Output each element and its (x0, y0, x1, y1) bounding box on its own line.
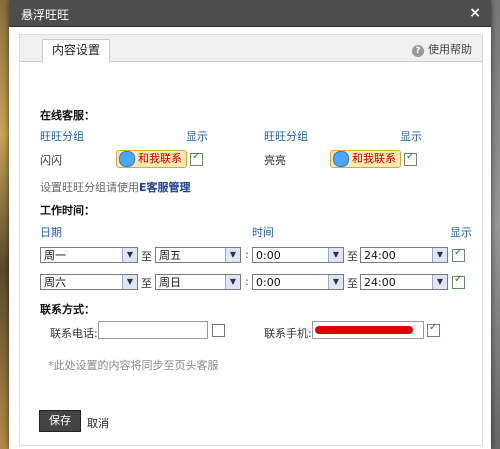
wangwang-icon (333, 151, 349, 167)
dialog-titlebar[interactable]: 悬浮旺旺 × (9, 0, 491, 27)
day-to-value-1: 周五 (159, 249, 181, 262)
time-to-select-1[interactable]: 24:00 ▼ (360, 247, 448, 263)
time-from-select-1[interactable]: 0:00 ▼ (252, 247, 344, 263)
section-work-time: 工作时间： (40, 204, 95, 217)
dialog-title: 悬浮旺旺 (21, 8, 70, 22)
phone-show-checkbox[interactable] (212, 324, 225, 337)
online-name-2: 亮亮 (264, 154, 286, 167)
to-label-2b: 至 (347, 277, 358, 290)
chevron-down-icon: ▼ (328, 275, 343, 289)
cancel-button[interactable]: 取消 (87, 415, 109, 431)
to-label-2a: 至 (141, 277, 152, 290)
worktime-time-header: 时间 (252, 226, 274, 239)
time-from-select-2[interactable]: 0:00 ▼ (252, 274, 344, 290)
colon-2: : (245, 275, 249, 288)
help-icon: ? (412, 45, 424, 57)
contact-me-label-2: 和我联系 (352, 152, 396, 165)
save-button[interactable]: 保存 (39, 410, 81, 432)
online-show-header-1: 显示 (186, 130, 208, 143)
online-note-text: 设置旺旺分组请使用 (40, 181, 139, 194)
to-label-1b: 至 (347, 250, 358, 263)
chevron-down-icon: ▼ (122, 275, 137, 289)
phone-input[interactable] (98, 321, 208, 339)
time-from-value-1: 0:00 (256, 249, 281, 262)
redacted-mark (315, 326, 413, 334)
chevron-down-icon: ▼ (225, 248, 240, 262)
close-icon[interactable]: × (469, 5, 481, 21)
dialog-content: 内容设置 ? 使用帮助 在线客服： 旺旺分组 显示 旺旺分组 显示 闪闪 和我联系… (19, 34, 483, 446)
time-to-value-2: 24:00 (364, 276, 396, 289)
online-group-header-1: 旺旺分组 (40, 130, 84, 143)
day-to-select-1[interactable]: 周五 ▼ (155, 247, 241, 263)
help-label: 使用帮助 (428, 43, 472, 56)
worktime-show-checkbox-1[interactable] (452, 247, 465, 262)
tab-bar: 内容设置 ? 使用帮助 (20, 35, 482, 62)
mobile-show-checkbox[interactable] (427, 322, 440, 337)
chevron-down-icon: ▼ (122, 248, 137, 262)
time-to-select-2[interactable]: 24:00 ▼ (360, 274, 448, 290)
mobile-input[interactable] (312, 321, 424, 339)
chevron-down-icon: ▼ (432, 248, 447, 262)
tab-content-settings[interactable]: 内容设置 (42, 39, 110, 62)
day-from-select-2[interactable]: 周六 ▼ (40, 274, 138, 290)
worktime-show-checkbox-2[interactable] (452, 274, 465, 289)
contact-me-button-2[interactable]: 和我联系 (330, 150, 401, 168)
phone-label: 联系电话: (50, 327, 98, 340)
worktime-date-header: 日期 (40, 226, 62, 239)
chevron-down-icon: ▼ (432, 275, 447, 289)
contact-me-label-1: 和我联系 (138, 152, 182, 165)
online-note: 设置旺旺分组请使用E客服管理 (40, 179, 191, 195)
online-show-header-2: 显示 (400, 130, 422, 143)
online-show-checkbox-2[interactable] (404, 151, 417, 166)
time-to-value-1: 24:00 (364, 249, 396, 262)
online-group-header-2: 旺旺分组 (264, 130, 308, 143)
dialog-window: 悬浮旺旺 × 内容设置 ? 使用帮助 在线客服： 旺旺分组 显示 旺旺分组 显示 … (9, 0, 491, 449)
help-link[interactable]: ? 使用帮助 (412, 41, 472, 57)
section-online-service: 在线客服： (40, 109, 95, 122)
contact-me-button-1[interactable]: 和我联系 (116, 150, 187, 168)
time-from-value-2: 0:00 (256, 276, 281, 289)
day-to-select-2[interactable]: 周日 ▼ (155, 274, 241, 290)
day-from-select-1[interactable]: 周一 ▼ (40, 247, 138, 263)
wangwang-icon (119, 151, 135, 167)
online-name-1: 闪闪 (40, 154, 62, 167)
sync-note: *此处设置的内容将同步至页头客服 (48, 359, 219, 372)
day-from-value-1: 周一 (44, 249, 66, 262)
chevron-down-icon: ▼ (225, 275, 240, 289)
day-from-value-2: 周六 (44, 276, 66, 289)
day-to-value-2: 周日 (159, 276, 181, 289)
chevron-down-icon: ▼ (328, 248, 343, 262)
online-show-checkbox-1[interactable] (190, 151, 203, 166)
section-contact: 联系方式： (40, 303, 95, 316)
to-label-1a: 至 (141, 250, 152, 263)
ecustomer-link[interactable]: E客服管理 (139, 181, 191, 194)
colon-1: : (245, 248, 249, 261)
worktime-show-header: 显示 (450, 226, 472, 239)
mobile-label: 联系手机: (264, 327, 312, 340)
